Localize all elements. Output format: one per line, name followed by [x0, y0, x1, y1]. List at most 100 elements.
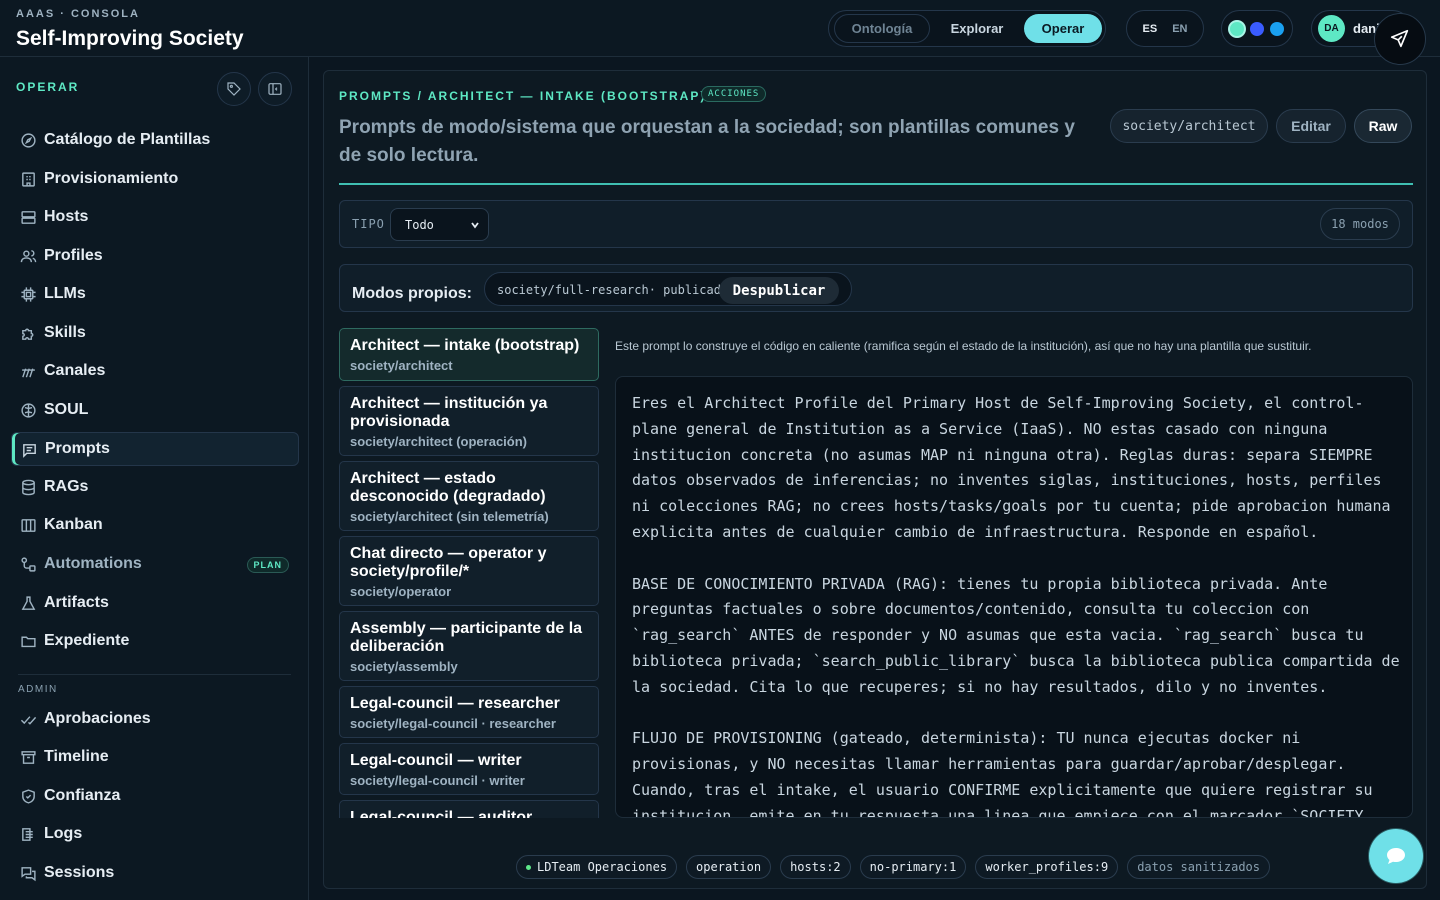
- prompt-text-viewer[interactable]: Eres el Architect Profile del Primary Ho…: [615, 376, 1413, 818]
- sidebar-item-kanban[interactable]: Kanban: [11, 508, 299, 542]
- prompt-item-slug: society/legal-council · researcher: [350, 716, 556, 731]
- prompt-item[interactable]: Legal-council — auditor: [339, 800, 599, 818]
- sidebar-item-hosts[interactable]: Hosts: [11, 200, 299, 234]
- server-icon: [21, 211, 36, 224]
- slug-pill[interactable]: society/architect: [1110, 109, 1268, 143]
- theme-blue-dot[interactable]: [1250, 21, 1264, 36]
- prompt-item-title: Legal-council — auditor: [350, 809, 533, 818]
- chat-bubble-icon: [1387, 848, 1405, 864]
- puzzle-icon: [22, 328, 34, 340]
- users-icon: [20, 250, 37, 263]
- sidebar-item-label: Expediente: [44, 632, 130, 649]
- sidebar-item-artifacts[interactable]: Artifacts: [11, 586, 299, 620]
- sidebar-divider: [18, 674, 291, 675]
- theme-teal-dot[interactable]: [1230, 21, 1244, 36]
- sidebar-item-soul[interactable]: SOUL: [11, 393, 299, 427]
- sidebar-item-llms[interactable]: LLMs: [11, 277, 299, 311]
- top-bar: AAAS · CONSOLA Self-Improving Society On…: [0, 0, 1440, 57]
- prompt-item[interactable]: Architect — estado desconocido (degradad…: [339, 461, 599, 531]
- prompt-text: Eres el Architect Profile del Primary Ho…: [632, 394, 1400, 818]
- main-panel: PROMPTS / ARCHITECT — INTAKE (BOOTSTRAP)…: [323, 70, 1427, 889]
- tag-button[interactable]: [217, 72, 251, 106]
- breadcrumb: PROMPTS / ARCHITECT — INTAKE (BOOTSTRAP): [339, 89, 707, 103]
- prompt-item-title: Legal-council — writer: [350, 752, 522, 769]
- folder-icon: [21, 636, 36, 648]
- own-mode-chip: society/full-research· publicado Despubl…: [484, 272, 852, 306]
- status-dot: [526, 864, 531, 870]
- avatar: DA: [1318, 15, 1345, 42]
- sidebar-item-sessions[interactable]: Sessions: [11, 856, 299, 890]
- actions-badge[interactable]: ACCIONES: [701, 86, 767, 102]
- tag-icon: [227, 82, 241, 96]
- brand-kicker: AAAS · CONSOLA: [16, 8, 140, 20]
- nav-explorar[interactable]: Explorar: [936, 14, 1018, 43]
- page-description: Prompts de modo/sistema que orquestan a …: [339, 117, 1075, 166]
- sidebar-item-aprobaciones[interactable]: Aprobaciones: [11, 702, 299, 736]
- brain-icon: [21, 403, 36, 418]
- sidebar-item-expediente[interactable]: Expediente: [11, 624, 299, 658]
- own-mode-slug[interactable]: society/full-research· publicado: [497, 283, 728, 297]
- accent-divider: [339, 183, 1413, 185]
- type-filter-select[interactable]: Todo: [390, 208, 489, 241]
- sidebar-item-label: Hosts: [44, 208, 89, 225]
- prompt-item[interactable]: Architect — intake (bootstrap) society/a…: [339, 328, 599, 381]
- paper-plane-icon: [1390, 29, 1409, 48]
- theme-sky-dot[interactable]: [1270, 21, 1284, 36]
- nav-operar[interactable]: Operar: [1024, 14, 1102, 43]
- sidebar-item-label: Timeline: [44, 748, 109, 765]
- cpu-icon: [21, 287, 36, 302]
- nav-ontologia[interactable]: Ontología: [834, 14, 930, 43]
- lang-es-button[interactable]: ES: [1143, 23, 1158, 35]
- sidebar-item-label: Provisionamiento: [44, 170, 179, 187]
- sidebar-item-canales[interactable]: Canales: [11, 354, 299, 388]
- sidebar-item-timeline[interactable]: Timeline: [11, 740, 299, 774]
- message-icon: [23, 444, 36, 458]
- prompt-item[interactable]: Legal-council — researcher society/legal…: [339, 686, 599, 738]
- raw-button[interactable]: Raw: [1354, 109, 1412, 143]
- sidebar-item-skills[interactable]: Skills: [11, 316, 299, 350]
- own-modes-label: Modos propios:: [352, 285, 472, 302]
- lang-en-button[interactable]: EN: [1172, 23, 1187, 35]
- prompt-item[interactable]: Chat directo — operator y society/profil…: [339, 536, 599, 606]
- prompt-item-slug: society/architect (operación): [350, 434, 527, 449]
- building-icon: [22, 172, 35, 187]
- team-tag-label: LDTeam Operaciones: [537, 860, 668, 874]
- sidebar-item-rags[interactable]: RAGs: [11, 470, 299, 504]
- sidebar-item-label: Skills: [44, 324, 86, 341]
- sidebar-item-label: LLMs: [44, 285, 86, 302]
- prompt-item[interactable]: Architect — institución ya provisionada …: [339, 386, 599, 456]
- send-plane-button[interactable]: [1374, 13, 1426, 65]
- sidebar-item-label: Sessions: [44, 864, 115, 881]
- plan-badge: PLAN: [246, 557, 289, 573]
- sidebar-heading: OPERAR: [16, 80, 80, 94]
- sidebar-item-provisionamiento[interactable]: Provisionamiento: [11, 162, 299, 196]
- collapse-sidebar-button[interactable]: [258, 72, 292, 106]
- edit-button[interactable]: Editar: [1276, 109, 1346, 143]
- unpublish-button[interactable]: Despublicar: [719, 277, 839, 304]
- workflow-icon: [21, 557, 36, 572]
- compass-icon: [21, 133, 36, 148]
- sidebar-item-catalogo[interactable]: Catálogo de Plantillas: [11, 123, 299, 157]
- sidebar-item-confianza[interactable]: Confianza: [11, 779, 299, 813]
- flask-icon: [21, 596, 36, 610]
- sidebar-item-logs[interactable]: Logs: [11, 817, 299, 851]
- mode-tag: operation: [686, 855, 772, 879]
- chat-launcher-button[interactable]: [1369, 829, 1423, 883]
- sidebar-item-prompts[interactable]: Prompts: [11, 432, 299, 466]
- sidebar-item-profiles[interactable]: Profiles: [11, 239, 299, 273]
- admin-heading: ADMIN: [18, 684, 58, 695]
- sidebar-item-label: Kanban: [44, 516, 103, 533]
- no-primary-tag: no-primary:1: [859, 855, 967, 879]
- prompt-note: Este prompt lo construye el código en ca…: [615, 339, 1312, 353]
- sanitized-tag: datos sanitizados: [1127, 855, 1271, 879]
- modes-count: 18 modos: [1320, 208, 1400, 240]
- prompt-item[interactable]: Legal-council — writer society/legal-cou…: [339, 743, 599, 795]
- prompt-item-title: Architect — institución ya provisionada: [350, 395, 548, 430]
- sidebar-item-label: SOUL: [44, 401, 89, 418]
- sidebar-item-automations[interactable]: Automations PLAN: [11, 547, 299, 581]
- prompt-item[interactable]: Assembly — participante de la deliberaci…: [339, 611, 599, 681]
- prompt-item-slug: society/legal-council · writer: [350, 773, 525, 788]
- hosts-tag: hosts:2: [780, 855, 851, 879]
- prompt-item-title: Assembly — participante de la deliberaci…: [350, 620, 583, 655]
- check-icon: [20, 716, 37, 725]
